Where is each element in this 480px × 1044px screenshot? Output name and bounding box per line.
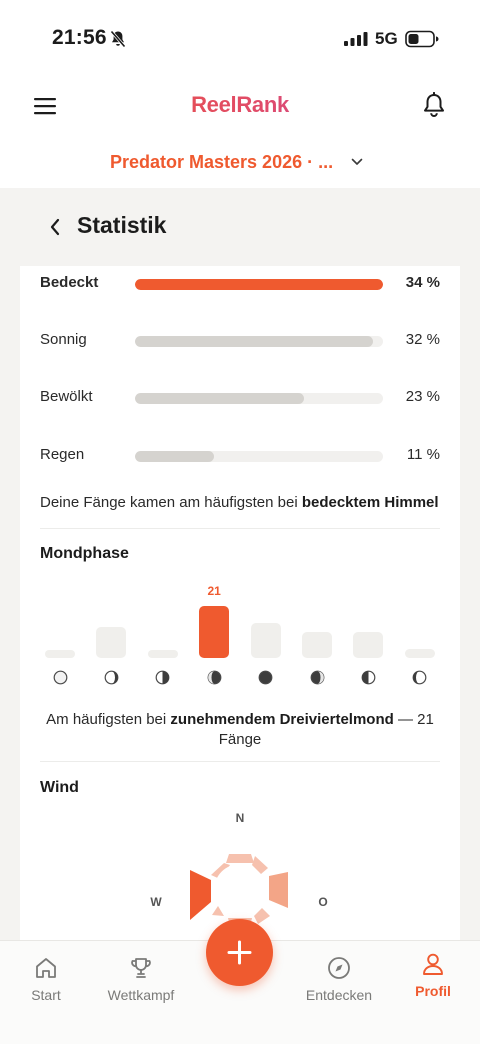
wind-segment-n xyxy=(226,854,254,863)
wind-rose-center xyxy=(214,864,266,916)
moon-bar xyxy=(96,626,127,658)
moon-bar xyxy=(45,650,75,658)
signal-icon xyxy=(344,32,368,46)
weather-bar-fill xyxy=(135,393,304,404)
waning-gibbous-icon xyxy=(310,670,324,685)
nav-label: Wettkampf xyxy=(107,987,175,1003)
weather-bar-track xyxy=(135,336,383,347)
tournament-name: Predator Masters 2026 · ... xyxy=(110,151,334,172)
status-time: 21:56 xyxy=(52,26,107,49)
weather-label: Sonnig xyxy=(40,331,87,348)
card-header: Statistik xyxy=(20,188,460,266)
weather-bar-fill xyxy=(135,451,215,462)
bell-muted-icon xyxy=(110,30,126,48)
profile-icon xyxy=(423,953,443,975)
weather-bar-track xyxy=(135,393,383,404)
moon-summary: Am häufigsten bei zunehmendem Dreivierte… xyxy=(40,710,440,750)
nav-item-entdecken[interactable]: Entdecken xyxy=(294,955,384,1003)
moon-bar-value: 21 xyxy=(207,584,221,598)
app-header: ReelRank Predator Masters 2026 · ... xyxy=(0,78,480,198)
wind-label-east: O xyxy=(318,895,327,909)
wind-rose-segments xyxy=(190,854,288,927)
weather-bar-track xyxy=(135,279,383,290)
moon-bar xyxy=(250,622,281,658)
statistics-card: Statistik Bedeckt 34 % Sonnig 32 % Bewöl… xyxy=(20,188,460,948)
wind-label-west: W xyxy=(150,895,162,909)
full-moon-icon xyxy=(258,670,273,685)
weather-percent: 34 % xyxy=(405,274,440,291)
wind-label-north: N xyxy=(236,811,245,825)
battery-icon xyxy=(405,30,439,48)
weather-bar-track xyxy=(135,451,383,462)
nav-label: Start xyxy=(31,987,61,1003)
moon-bar xyxy=(302,632,332,658)
notifications-icon[interactable] xyxy=(422,92,446,118)
wind-segment-w xyxy=(190,870,211,920)
weather-bar-fill xyxy=(135,279,383,290)
trophy-icon xyxy=(131,958,151,978)
wind-section-title: Wind xyxy=(40,779,79,796)
back-icon[interactable] xyxy=(48,218,62,236)
page-title: Statistik xyxy=(77,212,167,238)
weather-label: Bedeckt xyxy=(40,274,99,291)
divider xyxy=(40,528,440,529)
moon-bar xyxy=(147,650,178,658)
waxing-gibbous-icon xyxy=(207,670,222,685)
weather-label: Bewölkt xyxy=(40,388,93,405)
status-bar: 21:56 5G xyxy=(0,0,480,78)
moon-phase-chart: 21 xyxy=(40,578,440,685)
chevron-down-icon xyxy=(351,158,363,165)
moon-bar xyxy=(404,648,435,658)
last-quarter-icon xyxy=(361,670,376,685)
weather-summary-prefix: Deine Fänge kamen am häufigsten bei xyxy=(40,494,302,511)
tournament-selector[interactable]: Predator Masters 2026 · ... xyxy=(110,150,363,174)
nav-item-wettkampf[interactable]: Wettkampf xyxy=(96,955,186,1003)
wind-segment-se xyxy=(254,908,270,924)
moon-bar xyxy=(353,632,384,658)
moon-summary-prefix: Am häufigsten bei xyxy=(46,711,171,728)
waxing-crescent-icon xyxy=(104,670,119,685)
wind-segment-e xyxy=(269,872,288,908)
nav-item-start[interactable]: Start xyxy=(1,955,91,1003)
first-quarter-icon xyxy=(155,670,170,685)
moon-summary-highlight: zunehmendem Dreiviertelmond xyxy=(170,711,394,728)
weather-row: Bedeckt 34 % xyxy=(40,274,440,294)
weather-bar-fill xyxy=(135,336,374,347)
weather-row: Sonnig 32 % xyxy=(40,331,440,351)
weather-summary-highlight: bedecktem Himmel xyxy=(301,494,439,511)
weather-percent: 32 % xyxy=(405,331,440,348)
nav-item-profil[interactable]: Profil xyxy=(388,951,478,999)
weather-percent: 23 % xyxy=(405,388,440,405)
plus-icon xyxy=(227,940,252,965)
moon-bar xyxy=(199,606,230,658)
nav-label: Profil xyxy=(415,983,451,999)
home-icon xyxy=(36,958,56,978)
add-catch-button[interactable] xyxy=(206,919,273,986)
weather-row: Regen 11 % xyxy=(40,446,440,466)
nav-label: Entdecken xyxy=(305,987,373,1003)
app-logo: ReelRank xyxy=(0,92,480,118)
weather-summary: Deine Fänge kamen am häufigsten bei bede… xyxy=(40,494,450,511)
compass-icon xyxy=(328,957,350,979)
divider xyxy=(40,761,440,762)
waning-crescent-icon xyxy=(412,670,427,685)
weather-label: Regen xyxy=(40,446,85,463)
moon-section-title: Mondphase xyxy=(40,545,129,562)
new-moon-icon xyxy=(53,670,67,685)
network-label: 5G xyxy=(375,29,398,48)
weather-percent: 11 % xyxy=(406,446,440,463)
weather-row: Bewölkt 23 % xyxy=(40,388,440,408)
